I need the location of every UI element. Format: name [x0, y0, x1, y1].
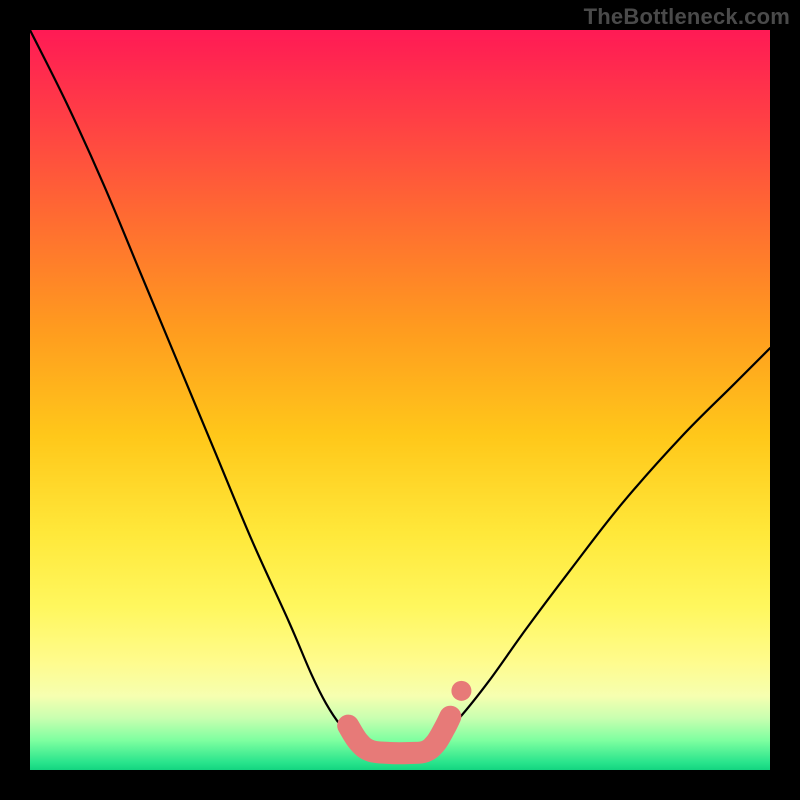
plot-area	[30, 30, 770, 770]
chart-svg	[30, 30, 770, 770]
watermark-text: TheBottleneck.com	[584, 4, 790, 30]
right-curve	[437, 348, 770, 740]
highlight-segment	[348, 717, 450, 754]
curve-layer	[30, 30, 770, 740]
highlight-dot	[451, 681, 471, 701]
marker-layer	[348, 681, 471, 753]
outer-frame: TheBottleneck.com	[0, 0, 800, 800]
left-curve	[30, 30, 356, 740]
